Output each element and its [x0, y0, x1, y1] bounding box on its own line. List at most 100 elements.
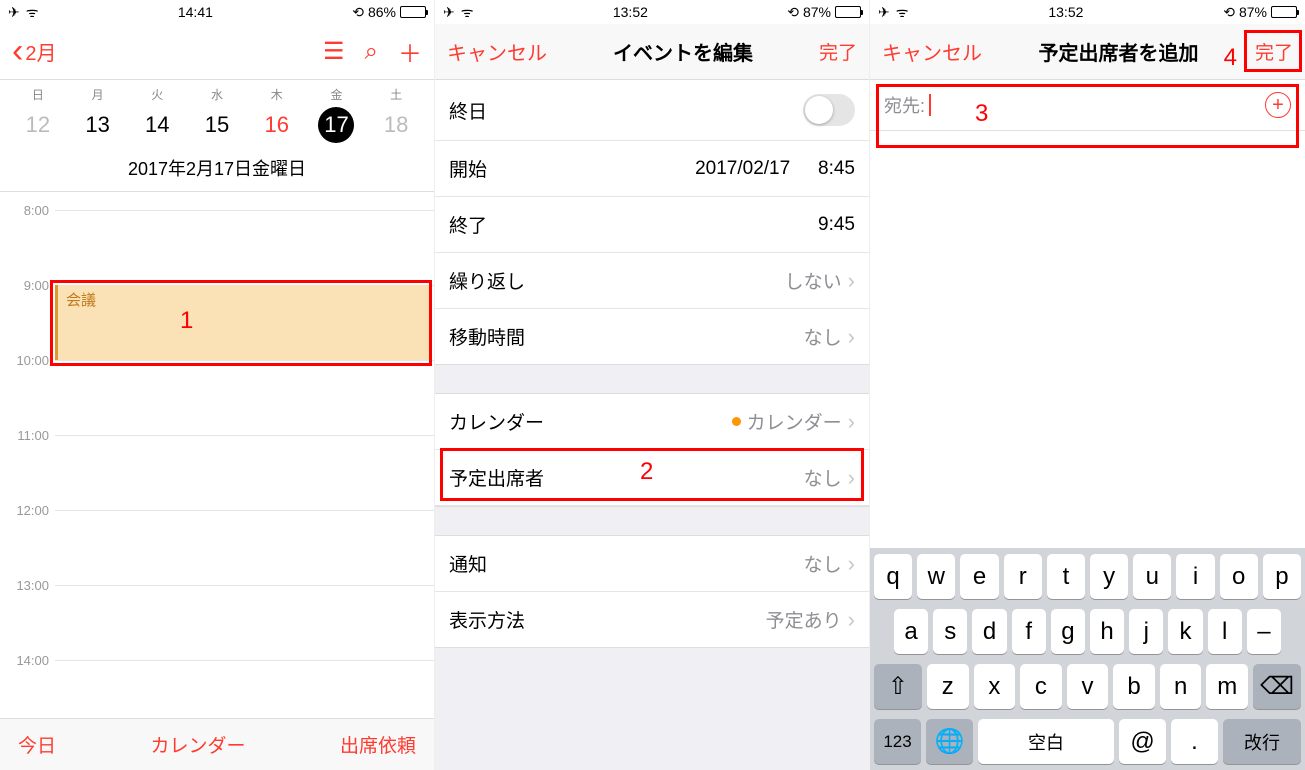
shift-key[interactable]: ⇧	[874, 664, 922, 709]
add-contact-icon[interactable]: +	[1265, 92, 1291, 118]
key-h[interactable]: h	[1090, 609, 1124, 654]
day-12[interactable]: 12	[8, 112, 68, 138]
key-dash[interactable]: –	[1247, 609, 1281, 654]
key-e[interactable]: e	[960, 554, 998, 599]
return-key[interactable]: 改行	[1223, 719, 1301, 764]
search-icon[interactable]: ⌕	[365, 38, 378, 66]
calendar-value: カレンダー	[747, 408, 842, 435]
key-p[interactable]: p	[1263, 554, 1301, 599]
text-cursor	[929, 94, 931, 116]
back-button[interactable]: 2月	[12, 32, 56, 71]
chevron-right-icon: ›	[848, 607, 855, 633]
add-icon[interactable]: ＋	[398, 34, 422, 69]
chevron-right-icon: ›	[848, 268, 855, 294]
today-button[interactable]: 今日	[18, 731, 56, 758]
list-view-icon[interactable]: ☰	[323, 37, 345, 66]
row-label: 通知	[449, 550, 487, 577]
hour-label: 10:00	[7, 353, 49, 368]
key-i[interactable]: i	[1176, 554, 1214, 599]
chevron-right-icon: ›	[848, 324, 855, 350]
key-k[interactable]: k	[1168, 609, 1202, 654]
done-button[interactable]: 完了	[1255, 38, 1293, 65]
event-block[interactable]: 会議	[55, 285, 429, 360]
travel-time-row[interactable]: 移動時間 なし›	[435, 309, 869, 364]
globe-key[interactable]: 🌐	[926, 719, 973, 764]
inbox-button[interactable]: 出席依頼	[340, 731, 416, 758]
wifi-icon: ᯤ	[896, 3, 909, 22]
weekday: 木	[247, 86, 307, 103]
day-13[interactable]: 13	[68, 112, 128, 138]
day-18[interactable]: 18	[366, 112, 426, 138]
key-q[interactable]: q	[874, 554, 912, 599]
numbers-key[interactable]: 123	[874, 719, 921, 764]
calendar-row[interactable]: カレンダー カレンダー›	[435, 394, 869, 450]
key-z[interactable]: z	[927, 664, 969, 709]
key-r[interactable]: r	[1004, 554, 1042, 599]
keyboard-row-4: 123 🌐 空白 @ . 改行	[874, 719, 1301, 764]
day-17-selected[interactable]: 17	[307, 107, 367, 143]
cancel-button[interactable]: キャンセル	[447, 37, 547, 66]
end-row[interactable]: 終了 9:45	[435, 197, 869, 253]
repeat-row[interactable]: 繰り返し しない›	[435, 253, 869, 309]
dot-key[interactable]: .	[1171, 719, 1218, 764]
key-w[interactable]: w	[917, 554, 955, 599]
keyboard-row-2: a s d f g h j k l –	[874, 609, 1301, 654]
key-j[interactable]: j	[1129, 609, 1163, 654]
all-day-toggle[interactable]	[803, 94, 855, 126]
key-g[interactable]: g	[1051, 609, 1085, 654]
battery-icon	[835, 6, 861, 18]
end-time: 9:45	[818, 214, 855, 236]
weekday: 金	[307, 86, 367, 103]
key-o[interactable]: o	[1220, 554, 1258, 599]
key-x[interactable]: x	[974, 664, 1016, 709]
key-f[interactable]: f	[1012, 609, 1046, 654]
status-bar: ✈ ᯤ 13:52 ⟲ 87%	[870, 0, 1305, 24]
keyboard-row-1: q w e r t y u i o p	[874, 554, 1301, 599]
key-a[interactable]: a	[894, 609, 928, 654]
key-y[interactable]: y	[1090, 554, 1128, 599]
recipient-field[interactable]: 宛先: +	[870, 80, 1305, 131]
travel-value: なし	[804, 323, 842, 350]
day-15[interactable]: 15	[187, 112, 247, 138]
key-t[interactable]: t	[1047, 554, 1085, 599]
battery-percent: 86%	[368, 4, 396, 20]
delete-key[interactable]: ⌫	[1253, 664, 1301, 709]
all-day-row[interactable]: 終日	[435, 80, 869, 141]
alert-value: なし	[804, 550, 842, 577]
hour-label: 8:00	[7, 203, 49, 218]
key-n[interactable]: n	[1160, 664, 1202, 709]
calendars-button[interactable]: カレンダー	[150, 731, 245, 758]
start-row[interactable]: 開始 2017/02/17 8:45	[435, 141, 869, 197]
weekday: 日	[8, 86, 68, 103]
key-v[interactable]: v	[1067, 664, 1109, 709]
day-14[interactable]: 14	[127, 112, 187, 138]
day-16[interactable]: 16	[247, 112, 307, 138]
event-title: 会議	[66, 292, 96, 309]
space-key[interactable]: 空白	[978, 719, 1114, 764]
rotation-lock-icon: ⟲	[352, 4, 364, 21]
alert-row[interactable]: 通知 なし›	[435, 536, 869, 592]
show-as-row[interactable]: 表示方法 予定あり›	[435, 592, 869, 647]
annotation-4: 4	[1224, 44, 1237, 72]
timeline[interactable]: 8:00 9:00 10:00 11:00 12:00 13:00 14:00 …	[0, 192, 434, 718]
day-numbers: 12 13 14 15 16 17 18	[0, 105, 434, 151]
key-b[interactable]: b	[1113, 664, 1155, 709]
key-c[interactable]: c	[1020, 664, 1062, 709]
event-settings-list[interactable]: 終日 開始 2017/02/17 8:45 終了 9:45 繰り返し し	[435, 80, 869, 770]
repeat-value: しない	[785, 267, 842, 294]
key-u[interactable]: u	[1133, 554, 1171, 599]
done-button[interactable]: 完了	[819, 38, 857, 65]
chevron-right-icon: ›	[848, 551, 855, 577]
airplane-icon: ✈	[878, 4, 890, 21]
row-label: 終日	[449, 97, 487, 124]
nav-bar: キャンセル 予定出席者を追加 完了	[870, 24, 1305, 80]
hour-label: 14:00	[7, 653, 49, 668]
key-m[interactable]: m	[1206, 664, 1248, 709]
cancel-button[interactable]: キャンセル	[882, 37, 982, 66]
annotation-1: 1	[180, 307, 193, 335]
at-key[interactable]: @	[1119, 719, 1166, 764]
edit-event-view: ✈ ᯤ 13:52 ⟲ 87% キャンセル イベントを編集 完了 終日	[435, 0, 870, 770]
key-d[interactable]: d	[972, 609, 1006, 654]
key-l[interactable]: l	[1208, 609, 1242, 654]
key-s[interactable]: s	[933, 609, 967, 654]
